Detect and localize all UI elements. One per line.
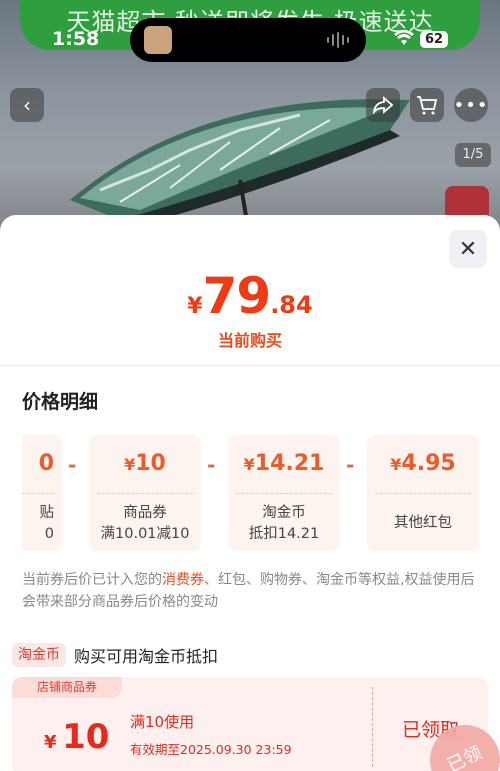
breakdown-amount: ¥4.95 bbox=[390, 451, 456, 476]
divider bbox=[375, 493, 471, 494]
minus-sign: - bbox=[346, 453, 355, 477]
back-button[interactable]: ‹ bbox=[10, 88, 44, 122]
more-icon: ••• bbox=[453, 94, 489, 116]
breakdown-amount: 0 bbox=[38, 451, 54, 476]
current-price: ¥79.84 bbox=[0, 267, 500, 325]
divider bbox=[0, 365, 500, 366]
store-coupon[interactable]: 店铺商品券 ¥ 10 满10使用 有效期至2025.09.30 23:59 已领… bbox=[12, 677, 500, 771]
breakdown-amount: ¥14.21 bbox=[243, 451, 325, 476]
price-label: 当前购买 bbox=[217, 331, 282, 350]
price-decimal: .84 bbox=[270, 291, 313, 319]
cart-icon bbox=[417, 96, 438, 115]
price-currency: ¥ bbox=[187, 294, 203, 319]
share-icon bbox=[373, 96, 393, 114]
price-detail-sheet: ✕ ¥79.84 当前购买 价格明细 0 贴 0 - ¥10 商品券 满10.0… bbox=[0, 215, 500, 771]
coupon-condition: 满10使用 bbox=[130, 713, 195, 731]
coin-text: 购买可用淘金币抵扣 bbox=[74, 647, 219, 666]
breakdown-card-coin: ¥14.21 淘金币 抵扣14.21 bbox=[228, 435, 340, 551]
price-breakdown[interactable]: 0 贴 0 - ¥10 商品券 满10.01减10 - ¥14.21 淘金币 抵… bbox=[22, 435, 500, 551]
dynamic-island bbox=[130, 18, 366, 62]
price-note: 当前券后价已计入您的消费券、红包、购物券、淘金币等权益,权益使用后会带来部分商品… bbox=[22, 572, 475, 610]
consumer-coupon-link[interactable]: 消费券 bbox=[162, 572, 204, 588]
coupon-amount: ¥ 10 bbox=[44, 717, 110, 757]
breakdown-card-coupon: ¥10 商品券 满10.01减10 bbox=[89, 435, 201, 551]
more-button[interactable]: ••• bbox=[454, 88, 488, 122]
breakdown-label: 其他红包 bbox=[394, 515, 452, 531]
breakdown-card-redpacket: ¥4.95 其他红包 bbox=[367, 435, 479, 551]
page-indicator: 1/5 bbox=[455, 143, 491, 167]
minus-sign: - bbox=[207, 453, 216, 477]
coin-tag: 淘金币 bbox=[12, 643, 66, 667]
audio-wave-icon bbox=[327, 32, 349, 48]
breakdown-amount: ¥10 bbox=[124, 451, 166, 476]
section-title: 价格明细 bbox=[22, 391, 99, 413]
divider bbox=[22, 493, 54, 494]
close-button[interactable]: ✕ bbox=[449, 230, 487, 268]
share-button[interactable] bbox=[366, 88, 400, 122]
divider bbox=[236, 493, 332, 494]
divider bbox=[372, 687, 373, 767]
cart-button[interactable] bbox=[410, 88, 444, 122]
coupon-expiry: 有效期至2025.09.30 23:59 bbox=[130, 742, 292, 757]
breakdown-label: 淘金币 抵扣14.21 bbox=[248, 505, 320, 542]
divider bbox=[97, 493, 193, 494]
coin-row: 淘金币 购买可用淘金币抵扣 bbox=[12, 643, 218, 667]
wifi-icon bbox=[394, 30, 414, 50]
close-icon: ✕ bbox=[458, 236, 478, 262]
minus-sign: - bbox=[68, 453, 77, 477]
coupon-tag: 店铺商品券 bbox=[12, 677, 122, 698]
avatar bbox=[144, 26, 172, 54]
product-image[interactable]: 天猫超市 秒送即将发生 极速送达 1:58 62 ‹ ••• 1/5 bbox=[0, 0, 500, 240]
battery-indicator: 62 bbox=[420, 31, 449, 48]
breakdown-label: 商品券 满10.01减10 bbox=[100, 505, 190, 542]
breakdown-label: 贴 0 bbox=[39, 505, 55, 542]
price-integer: 79 bbox=[202, 267, 272, 325]
chevron-left-icon: ‹ bbox=[23, 93, 31, 117]
breakdown-card-subsidy: 0 贴 0 bbox=[22, 435, 62, 551]
status-time: 1:58 bbox=[52, 28, 100, 50]
